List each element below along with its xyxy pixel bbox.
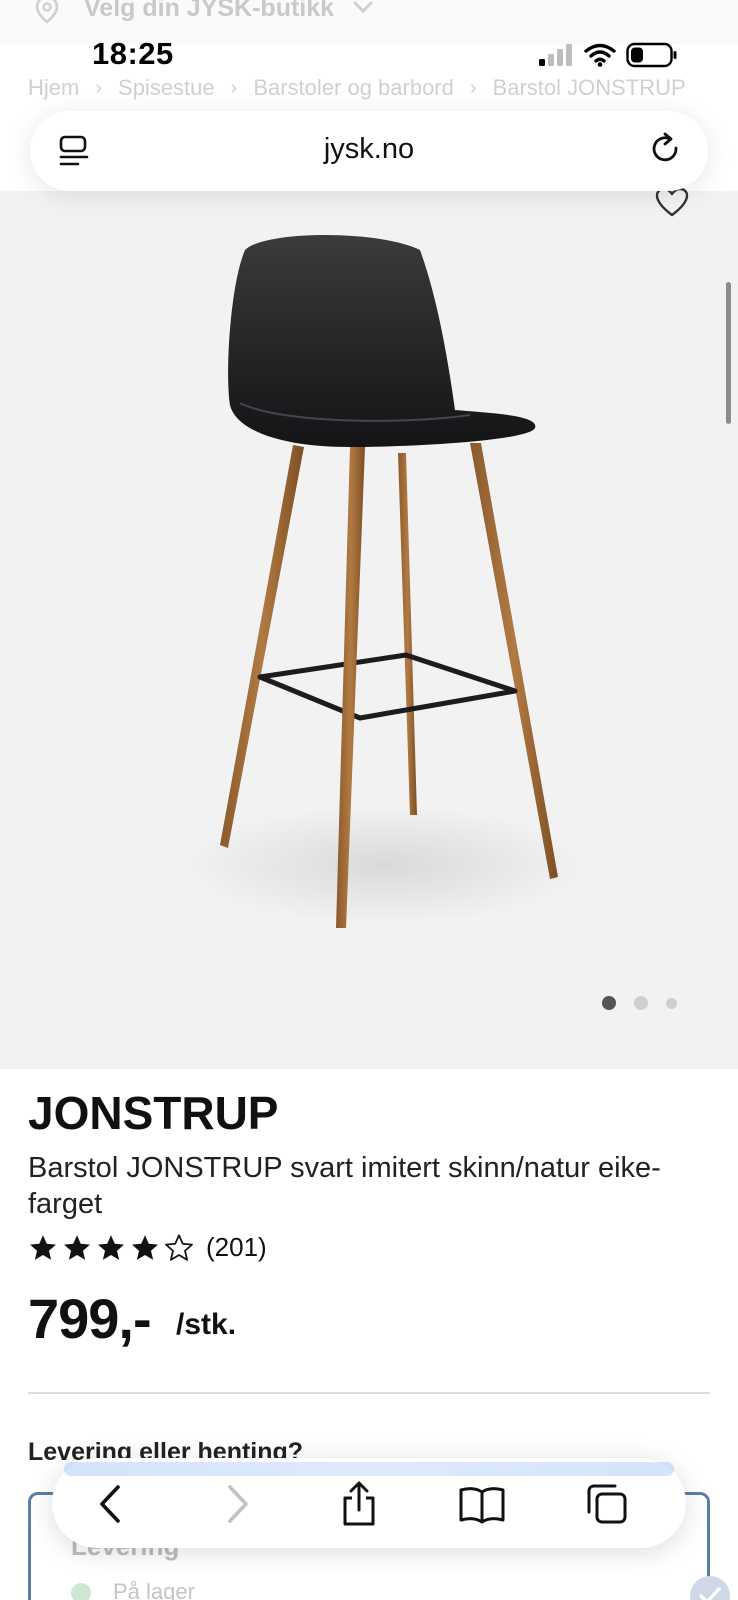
section-divider (28, 1392, 710, 1394)
chevron-right-icon: › (230, 76, 238, 99)
address-bar[interactable]: jysk.no (30, 111, 708, 191)
rating-stars (28, 1233, 194, 1263)
page-scrollbar[interactable] (726, 282, 731, 424)
breadcrumb-item-barstoler[interactable]: Barstoler og barbord (253, 75, 454, 101)
status-time: 18:25 (92, 36, 174, 71)
price-unit: /stk. (176, 1308, 237, 1341)
gallery-pagination (602, 996, 677, 1010)
gallery-dot-3[interactable] (666, 997, 677, 1009)
battery-icon (626, 42, 677, 68)
star-filled-icon (132, 1234, 158, 1260)
url-text[interactable]: jysk.no (30, 133, 708, 166)
share-button[interactable] (334, 1480, 384, 1528)
product-title: JONSTRUP (28, 1087, 279, 1139)
wifi-icon (584, 43, 616, 67)
tabs-button[interactable] (582, 1480, 632, 1528)
breadcrumb-item-spisestue[interactable]: Spisestue (118, 75, 215, 101)
breadcrumb-item-hjem[interactable]: Hjem (28, 75, 79, 101)
location-pin-icon (35, 0, 59, 24)
product-price: 799,- (28, 1287, 152, 1350)
page-load-progress (64, 1462, 674, 1476)
tabs-icon (587, 1484, 627, 1524)
chevron-right-icon: › (469, 76, 477, 99)
cellular-signal-icon (539, 44, 572, 66)
book-icon (459, 1487, 505, 1524)
star-empty-icon (165, 1233, 193, 1261)
gallery-dot-1[interactable] (602, 996, 616, 1010)
star-filled-icon (64, 1234, 90, 1260)
breadcrumb-item-current: Barstol JONSTRUP (492, 75, 686, 101)
reload-icon[interactable] (648, 131, 684, 169)
product-image[interactable] (170, 225, 590, 965)
star-filled-icon (30, 1234, 56, 1260)
store-selector-label: Velg din JYSK-butikk (84, 0, 335, 22)
product-rating[interactable]: (201) (28, 1232, 267, 1263)
review-count[interactable]: (201) (206, 1232, 267, 1263)
stock-status-dot (71, 1583, 91, 1600)
chevron-right-icon (228, 1485, 248, 1523)
gallery-dot-2[interactable] (634, 996, 648, 1010)
stock-status: På lager (113, 1579, 195, 1600)
back-button[interactable] (86, 1480, 136, 1528)
chevron-right-icon: › (95, 76, 103, 99)
status-icons (538, 42, 678, 68)
forward-button[interactable] (212, 1480, 262, 1528)
breadcrumb: Hjem › Spisestue › Barstoler og barbord › Bars… (28, 74, 708, 104)
bookmarks-button[interactable] (457, 1480, 507, 1528)
star-filled-icon (98, 1234, 124, 1260)
share-icon (343, 1481, 375, 1526)
chevron-left-icon (100, 1485, 120, 1523)
browser-toolbar (52, 1458, 686, 1548)
chevron-down-icon (353, 1, 373, 14)
product-description: Barstol JONSTRUP svart imitert skinn/nat… (28, 1152, 661, 1220)
